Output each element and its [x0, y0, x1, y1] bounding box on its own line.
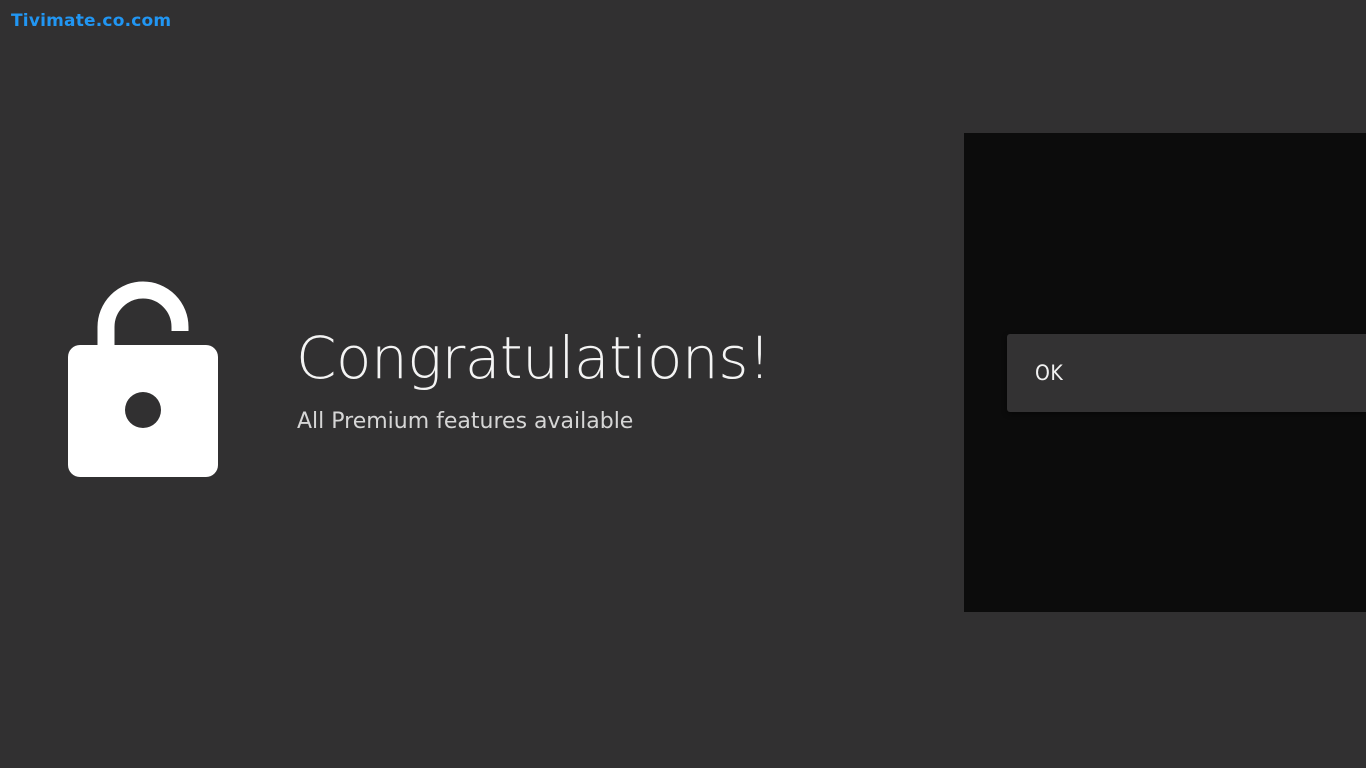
action-panel: OK	[964, 133, 1366, 612]
ok-button[interactable]: OK	[1007, 334, 1366, 412]
ok-button-label: OK	[1035, 361, 1064, 385]
watermark-text: Tivimate.co.com	[11, 11, 172, 31]
dialog-title: Congratulations!	[296, 324, 771, 392]
unlocked-padlock-icon	[68, 281, 218, 477]
dialog-subtitle: All Premium features available	[297, 409, 634, 434]
premium-unlocked-screen: Tivimate.co.com Congratulations! All Pre…	[0, 0, 1366, 768]
